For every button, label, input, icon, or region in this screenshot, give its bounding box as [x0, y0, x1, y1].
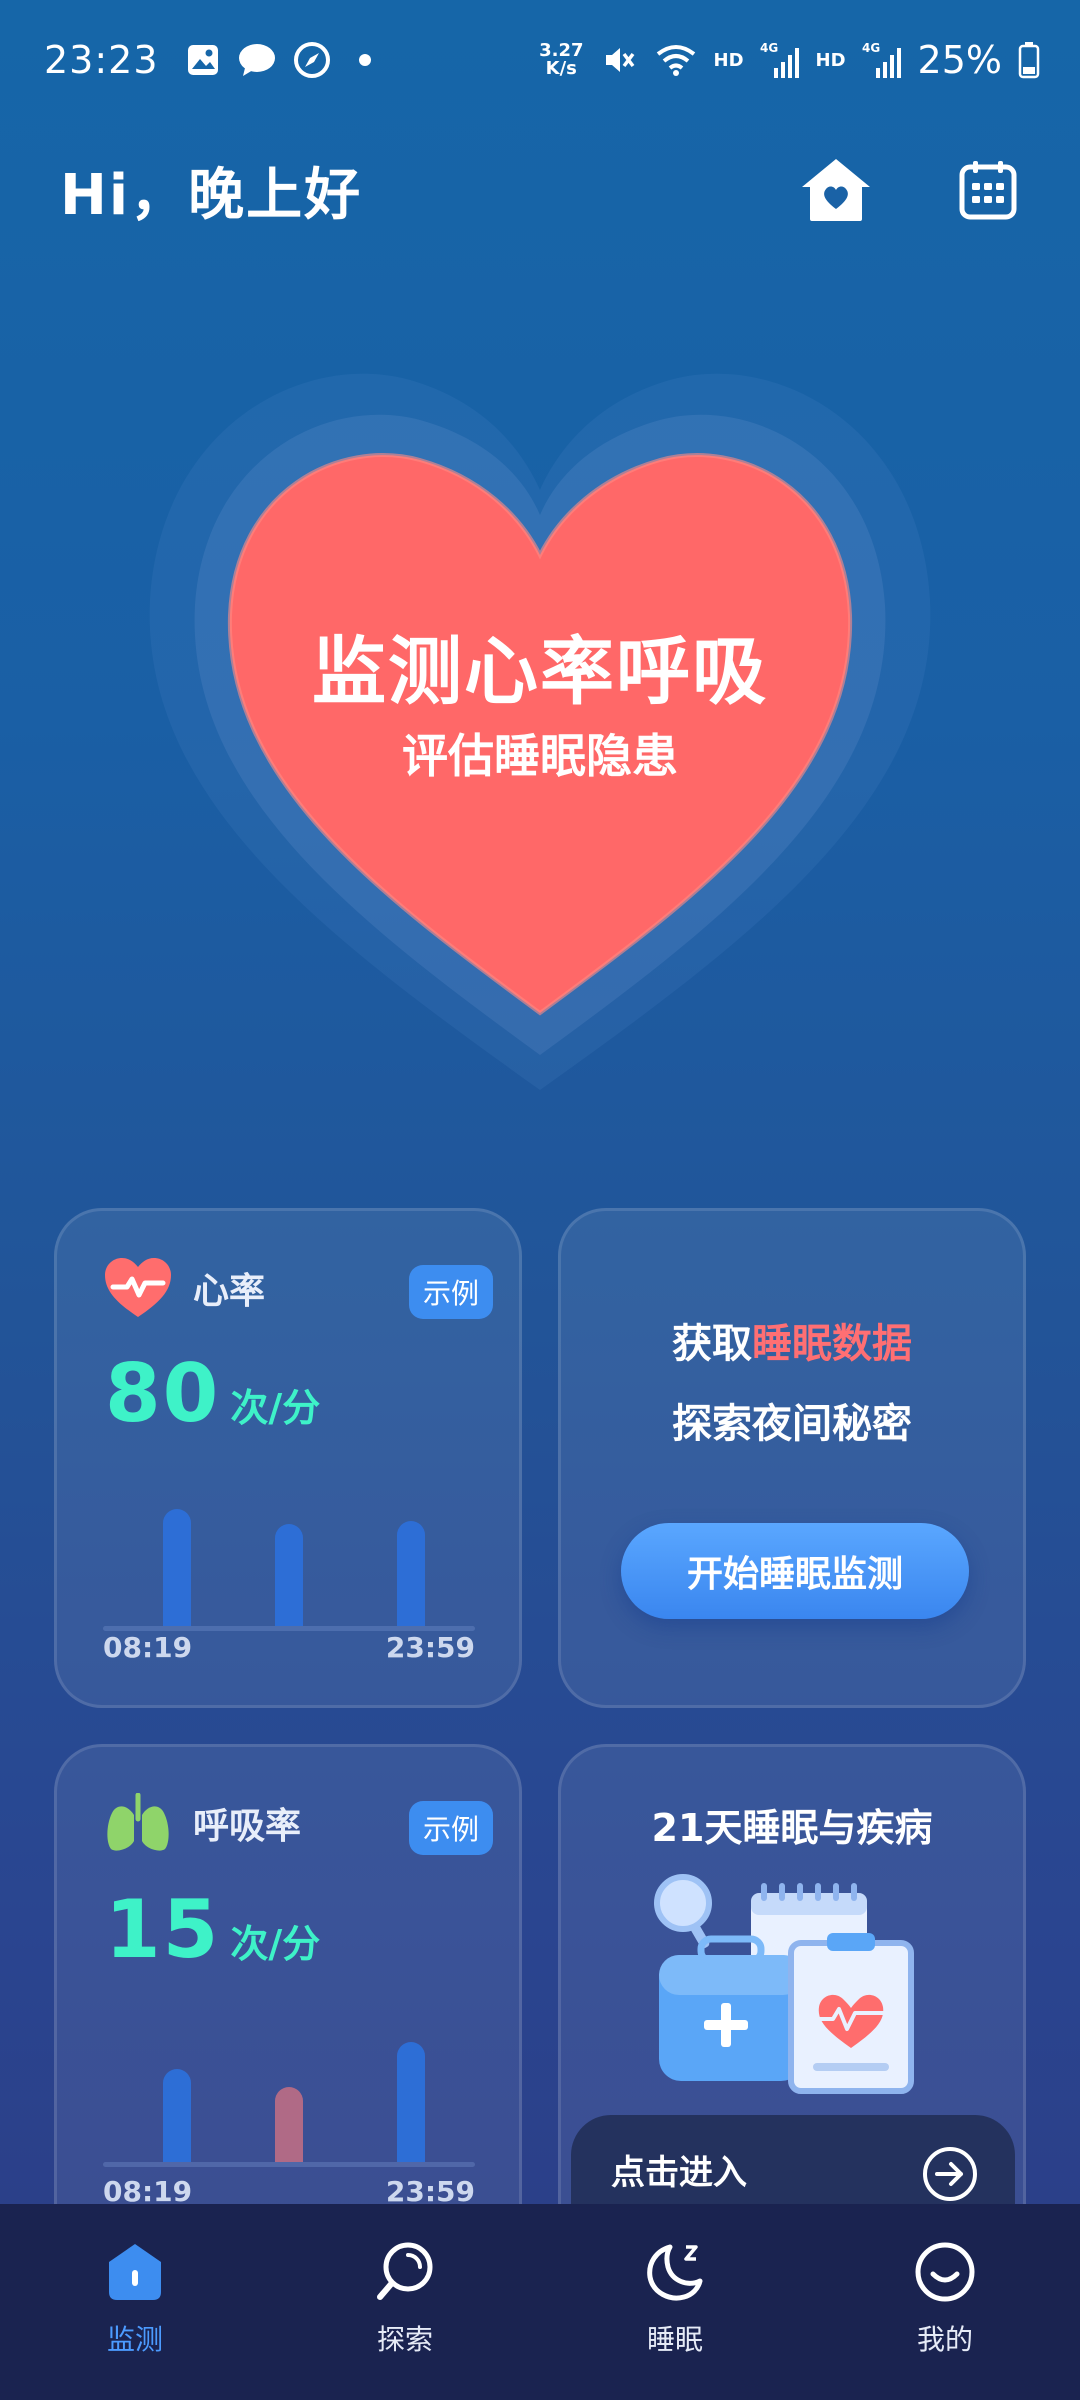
home-shield-icon	[109, 2244, 161, 2300]
network-speed-unit: K/s	[545, 58, 577, 79]
bottom-nav: 监测 探索 睡眠 我的	[0, 2204, 1080, 2400]
heart-rate-bar	[397, 1521, 425, 1626]
nav-item-monitor[interactable]: 监测	[35, 2236, 235, 2358]
respiration-rate-value: 15	[105, 1883, 221, 1976]
nav-label-mine: 我的	[916, 2323, 973, 2356]
nav-label-monitor: 监测	[106, 2323, 163, 2356]
lungs-icon	[107, 1793, 169, 1851]
sleep-card-headline: 获取睡眠数据	[561, 1311, 1023, 1369]
network-speed: 3.27 K/s	[539, 42, 583, 78]
mute-icon	[600, 40, 638, 80]
hd-badge-1: HD	[713, 49, 744, 71]
heart-rate-value: 80	[105, 1347, 221, 1440]
signal-icon-2: 4G	[862, 40, 902, 80]
home-heart-icon	[802, 159, 870, 221]
nav-label-sleep: 睡眠	[646, 2323, 703, 2356]
battery-percent: 25%	[917, 38, 1002, 82]
smiley-icon	[915, 2242, 975, 2302]
sleep-data-card[interactable]: 获取睡眠数据 探索夜间秘密 开始睡眠监测	[558, 1208, 1026, 1708]
notification-dot-icon	[358, 54, 371, 66]
nav-label-explore: 探索	[376, 2323, 433, 2356]
svg-text:4G: 4G	[760, 41, 778, 55]
signal-icon-1: 4G	[760, 40, 800, 80]
nav-item-explore[interactable]: 探索	[305, 2236, 505, 2358]
heart-rate-end-time: 23:59	[385, 1631, 475, 1664]
start-sleep-monitor-button[interactable]: 开始睡眠监测	[621, 1523, 969, 1619]
wifi-icon	[654, 40, 698, 80]
respiration-rate-unit: 次/分	[230, 1922, 321, 1966]
enter-study-label: 点击进入	[611, 2153, 747, 2193]
battery-icon	[1018, 40, 1040, 80]
home-heart-button[interactable]	[796, 150, 876, 230]
sleep-headline-prefix: 获取	[672, 1321, 752, 1367]
sleep-headline-highlight: 睡眠数据	[752, 1321, 912, 1367]
sleep-card-subline: 探索夜间秘密	[672, 1401, 912, 1447]
nav-item-mine[interactable]: 我的	[845, 2236, 1045, 2358]
respiration-rate-bar	[275, 2087, 303, 2162]
greeting-title: Hi，晚上好	[60, 163, 363, 228]
heart-rate-label: 心率	[193, 1271, 266, 1312]
hero-heart-button[interactable]: 监测心率呼吸 评估睡眠隐患	[140, 350, 940, 1110]
nav-item-sleep[interactable]: 睡眠	[575, 2236, 775, 2358]
sample-badge: 示例	[408, 1801, 493, 1855]
chat-icon	[237, 40, 277, 80]
calendar-button[interactable]	[948, 150, 1028, 230]
heart-rate-card[interactable]: 心率 示例 80 次/分 08:19 23:59	[54, 1208, 522, 1708]
compass-icon	[293, 40, 331, 80]
heart-rate-bar	[163, 1509, 191, 1626]
heart-rate-bar	[275, 1524, 303, 1626]
hd-badge-2: HD	[815, 49, 846, 71]
gallery-icon	[185, 40, 221, 80]
heart-rate-start-time: 08:19	[103, 1631, 193, 1664]
heart-pulse-icon	[105, 1258, 171, 1317]
calendar-icon	[959, 161, 1017, 220]
study-card-title: 21天睡眠与疾病	[651, 1806, 933, 1850]
sample-badge: 示例	[408, 1265, 493, 1319]
bar-baseline	[103, 2162, 475, 2167]
heart-rate-unit: 次/分	[230, 1386, 321, 1430]
arrow-right-circle-icon	[923, 2147, 977, 2201]
search-icon	[377, 2242, 433, 2300]
respiration-rate-bar	[163, 2069, 191, 2162]
hero-subtitle: 评估睡眠隐患	[402, 729, 678, 783]
medical-kit-illustration-icon	[654, 1874, 914, 2094]
status-time: 23:23	[44, 38, 159, 82]
moon-icon	[647, 2244, 703, 2301]
heart-rate-bars	[103, 1471, 475, 1631]
respiration-rate-bar	[397, 2042, 425, 2162]
respiration-rate-label: 呼吸率	[193, 1806, 302, 1847]
status-bar: 23:23 3.27 K/s HD 4G HD 4G 25%	[0, 0, 1080, 120]
hero-title: 监测心率呼吸	[312, 629, 768, 715]
sleep-disease-study-card[interactable]: 21天睡眠与疾病 点击进入	[558, 1744, 1026, 2264]
svg-text:4G: 4G	[862, 41, 880, 55]
respiration-rate-bars	[103, 2007, 475, 2167]
respiration-rate-card[interactable]: 呼吸率 示例 15 次/分 08:19 23:59	[54, 1744, 522, 2264]
